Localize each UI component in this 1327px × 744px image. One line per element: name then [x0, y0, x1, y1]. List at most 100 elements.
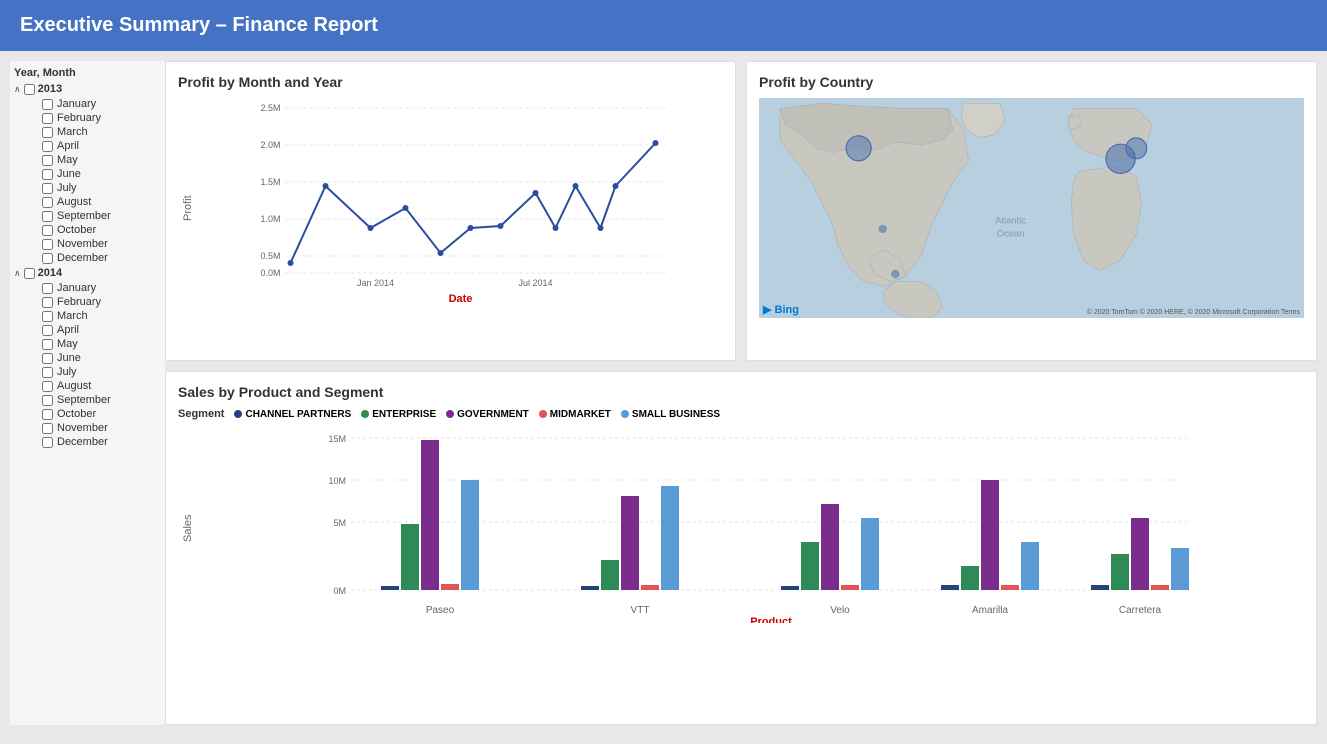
- month-checkbox-february-2013[interactable]: [42, 113, 53, 124]
- month-checkbox-october-2013[interactable]: [42, 225, 53, 236]
- bar-chart-title: Sales by Product and Segment: [178, 384, 1304, 400]
- svg-text:0M: 0M: [333, 586, 346, 596]
- month-item-june-2014[interactable]: June: [42, 351, 161, 365]
- profit-y-label: Profit: [178, 98, 198, 318]
- month-label: December: [57, 252, 108, 264]
- month-item-september-2013[interactable]: September: [42, 209, 161, 223]
- bar-chart-area: 15M 10M 5M 0M: [198, 428, 1304, 628]
- month-label: January: [57, 282, 96, 294]
- svg-text:15M: 15M: [328, 434, 346, 444]
- month-item-october-2013[interactable]: October: [42, 223, 161, 237]
- legend-enterprise: ENTERPRISE: [361, 409, 436, 420]
- month-item-february-2013[interactable]: February: [42, 111, 161, 125]
- month-item-september-2014[interactable]: September: [42, 393, 161, 407]
- legend-dot-enterprise: [361, 410, 369, 418]
- collapse-arrow-2013[interactable]: ∧: [14, 84, 21, 95]
- month-item-may-2013[interactable]: May: [42, 153, 161, 167]
- page-title: Executive Summary – Finance Report: [20, 14, 378, 36]
- month-item-january-2014[interactable]: January: [42, 281, 161, 295]
- month-checkbox-january-2014[interactable]: [42, 283, 53, 294]
- month-item-july-2014[interactable]: July: [42, 365, 161, 379]
- month-checkbox-july-2014[interactable]: [42, 367, 53, 378]
- month-label: April: [57, 140, 79, 152]
- svg-text:Velo: Velo: [830, 605, 850, 616]
- sidebar: Year, Month ∧2013JanuaryFebruaryMarchApr…: [10, 61, 165, 725]
- svg-text:Product: Product: [750, 616, 792, 623]
- month-item-july-2013[interactable]: July: [42, 181, 161, 195]
- month-checkbox-december-2013[interactable]: [42, 253, 53, 264]
- legend-mid-label: MIDMARKET: [550, 409, 611, 420]
- month-checkbox-october-2014[interactable]: [42, 409, 53, 420]
- month-item-november-2014[interactable]: November: [42, 421, 161, 435]
- month-item-august-2014[interactable]: August: [42, 379, 161, 393]
- month-item-november-2013[interactable]: November: [42, 237, 161, 251]
- bar-chart-svg: 15M 10M 5M 0M: [198, 428, 1304, 623]
- line-chart-container: Profit 2.5M 2.0M: [178, 98, 723, 318]
- month-checkbox-june-2013[interactable]: [42, 169, 53, 180]
- month-checkbox-august-2014[interactable]: [42, 381, 53, 392]
- month-checkbox-february-2014[interactable]: [42, 297, 53, 308]
- bar-chart-panel: Sales by Product and Segment Segment CHA…: [165, 371, 1317, 725]
- month-item-may-2014[interactable]: May: [42, 337, 161, 351]
- sales-y-label: Sales: [178, 428, 198, 628]
- month-checkbox-june-2014[interactable]: [42, 353, 53, 364]
- bar-chart-container: Sales 15M 10M 5M 0M: [178, 428, 1304, 628]
- year-row-2014[interactable]: ∧2014: [14, 267, 161, 279]
- map-panel: Profit by Country: [746, 61, 1317, 361]
- collapse-arrow-2014[interactable]: ∧: [14, 268, 21, 279]
- month-item-march-2014[interactable]: March: [42, 309, 161, 323]
- month-item-june-2013[interactable]: June: [42, 167, 161, 181]
- month-label: May: [57, 338, 78, 350]
- month-item-february-2014[interactable]: February: [42, 295, 161, 309]
- page-header: Executive Summary – Finance Report: [0, 0, 1327, 51]
- main-container: Year, Month ∧2013JanuaryFebruaryMarchApr…: [0, 51, 1327, 735]
- month-item-august-2013[interactable]: August: [42, 195, 161, 209]
- month-checkbox-august-2013[interactable]: [42, 197, 53, 208]
- month-item-december-2014[interactable]: December: [42, 435, 161, 449]
- legend-midmarket: MIDMARKET: [539, 409, 611, 420]
- year-group-2013: ∧ 2013 JanuaryFebruaryMarchAprilMayJuneJul…: [14, 83, 161, 265]
- sidebar-label: Year, Month: [14, 67, 161, 79]
- month-label: October: [57, 408, 96, 420]
- month-label: July: [57, 182, 77, 194]
- month-checkbox-september-2014[interactable]: [42, 395, 53, 406]
- legend-government: GOVERNMENT: [446, 409, 529, 420]
- month-checkbox-may-2013[interactable]: [42, 155, 53, 166]
- svg-text:Ocean: Ocean: [997, 227, 1025, 238]
- month-item-january-2013[interactable]: January: [42, 97, 161, 111]
- month-label: August: [57, 380, 91, 392]
- month-checkbox-september-2013[interactable]: [42, 211, 53, 222]
- bing-footer: ▶ Bing: [763, 303, 799, 316]
- month-label: April: [57, 324, 79, 336]
- year-row-2013[interactable]: ∧ 2013: [14, 83, 161, 95]
- map-title: Profit by Country: [759, 74, 1304, 90]
- month-item-march-2013[interactable]: March: [42, 125, 161, 139]
- month-list-2014: JanuaryFebruaryMarchApril MayJuneJuly Augu…: [14, 281, 161, 449]
- month-label: January: [57, 98, 96, 110]
- month-label: November: [57, 422, 108, 434]
- month-checkbox-march-2014[interactable]: [42, 311, 53, 322]
- month-checkbox-july-2013[interactable]: [42, 183, 53, 194]
- month-checkbox-january-2013[interactable]: [42, 99, 53, 110]
- month-checkbox-may-2014[interactable]: [42, 339, 53, 350]
- year-label-2013: 2013: [38, 83, 62, 95]
- legend-small-label: SMALL BUSINESS: [632, 409, 720, 420]
- legend-dot-small: [621, 410, 629, 418]
- month-checkbox-december-2014[interactable]: [42, 437, 53, 448]
- month-checkbox-november-2013[interactable]: [42, 239, 53, 250]
- year-checkbox-2014[interactable]: [24, 268, 35, 279]
- map-svg: Atlantic Ocean: [759, 98, 1304, 318]
- month-label: August: [57, 196, 91, 208]
- month-checkbox-april-2013[interactable]: [42, 141, 53, 152]
- month-label: July: [57, 366, 77, 378]
- month-item-april-2013[interactable]: April: [42, 139, 161, 153]
- month-item-december-2013[interactable]: December: [42, 251, 161, 265]
- month-checkbox-march-2013[interactable]: [42, 127, 53, 138]
- bing-logo: ▶ Bing: [763, 303, 799, 316]
- month-item-april-2014[interactable]: April: [42, 323, 161, 337]
- month-item-october-2014[interactable]: October: [42, 407, 161, 421]
- year-checkbox-2013[interactable]: [24, 84, 35, 95]
- profit-chart-panel: Profit by Month and Year Profit: [165, 61, 736, 361]
- month-checkbox-april-2014[interactable]: [42, 325, 53, 336]
- month-checkbox-november-2014[interactable]: [42, 423, 53, 434]
